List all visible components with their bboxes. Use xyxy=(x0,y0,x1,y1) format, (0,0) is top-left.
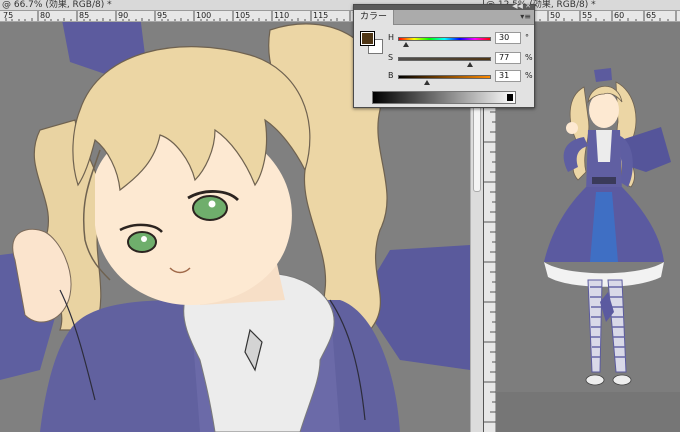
color-swatches xyxy=(360,31,384,55)
panel-tab-bar: カラー ▾≡ xyxy=(354,10,534,25)
hand xyxy=(566,122,578,134)
hue-value-field[interactable]: 30 xyxy=(495,32,521,44)
brightness-value-field[interactable]: 31 xyxy=(495,70,521,82)
ruler-label: 90 xyxy=(118,11,129,20)
shoe xyxy=(585,374,605,386)
tab-color[interactable]: カラー xyxy=(354,10,395,25)
foreground-color-swatch[interactable] xyxy=(360,31,375,46)
ruler-label: 80 xyxy=(40,11,51,20)
saturation-slider-thumb[interactable] xyxy=(466,62,473,67)
black-swatch[interactable] xyxy=(507,94,513,101)
ruler-label: 95 xyxy=(157,11,168,20)
saturation-slider-track[interactable] xyxy=(398,57,491,61)
color-panel[interactable]: ◀◀ ✕ カラー ▾≡ H 30 ° S 77 % B 31 % xyxy=(353,2,535,108)
slider-label: H xyxy=(388,33,395,42)
left-leg xyxy=(587,279,603,373)
unit-label: % xyxy=(525,71,533,80)
ruler-label: 60 xyxy=(614,11,625,20)
hue-slider-row: H 30 ° xyxy=(388,32,534,47)
brightness-slider-track[interactable] xyxy=(398,75,491,79)
photoshop-workspace: @ 66.7% (効果, RGB/8) * 75 80 85 90 95 100… xyxy=(0,0,680,432)
slider-label: B xyxy=(388,71,394,80)
hue-slider-track[interactable] xyxy=(398,37,491,41)
unit-label: ° xyxy=(525,33,529,42)
ruler-label: 115 xyxy=(313,11,329,20)
eye-highlight xyxy=(208,200,216,208)
saturation-value-field[interactable]: 77 xyxy=(495,52,521,64)
petticoat xyxy=(544,262,664,287)
right-eye xyxy=(192,195,228,221)
unit-label: % xyxy=(525,53,533,62)
jabot xyxy=(596,130,612,162)
color-ramp[interactable] xyxy=(372,91,516,104)
brightness-slider-thumb[interactable] xyxy=(423,80,430,85)
eye-highlight xyxy=(141,236,147,242)
left-eye xyxy=(127,231,157,253)
panel-menu-icon[interactable]: ▾≡ xyxy=(520,12,531,22)
ruler-label: 55 xyxy=(582,11,593,20)
ruler-label: 85 xyxy=(79,11,90,20)
right-leg xyxy=(607,279,627,373)
ruler-label: 105 xyxy=(235,11,251,20)
ruler-label: 110 xyxy=(274,11,290,20)
saturation-slider-row: S 77 % xyxy=(388,52,534,67)
belt xyxy=(592,177,616,184)
ruler-label: 75 xyxy=(3,11,14,20)
ruler-label: 65 xyxy=(646,11,657,20)
brightness-slider-row: B 31 % xyxy=(388,70,534,85)
slider-label: S xyxy=(388,53,394,62)
hue-slider-thumb[interactable] xyxy=(402,42,409,47)
mini-hat xyxy=(594,68,612,82)
ruler-label: 100 xyxy=(196,11,212,20)
ruler-label: 50 xyxy=(550,11,561,20)
shoe xyxy=(612,374,632,386)
